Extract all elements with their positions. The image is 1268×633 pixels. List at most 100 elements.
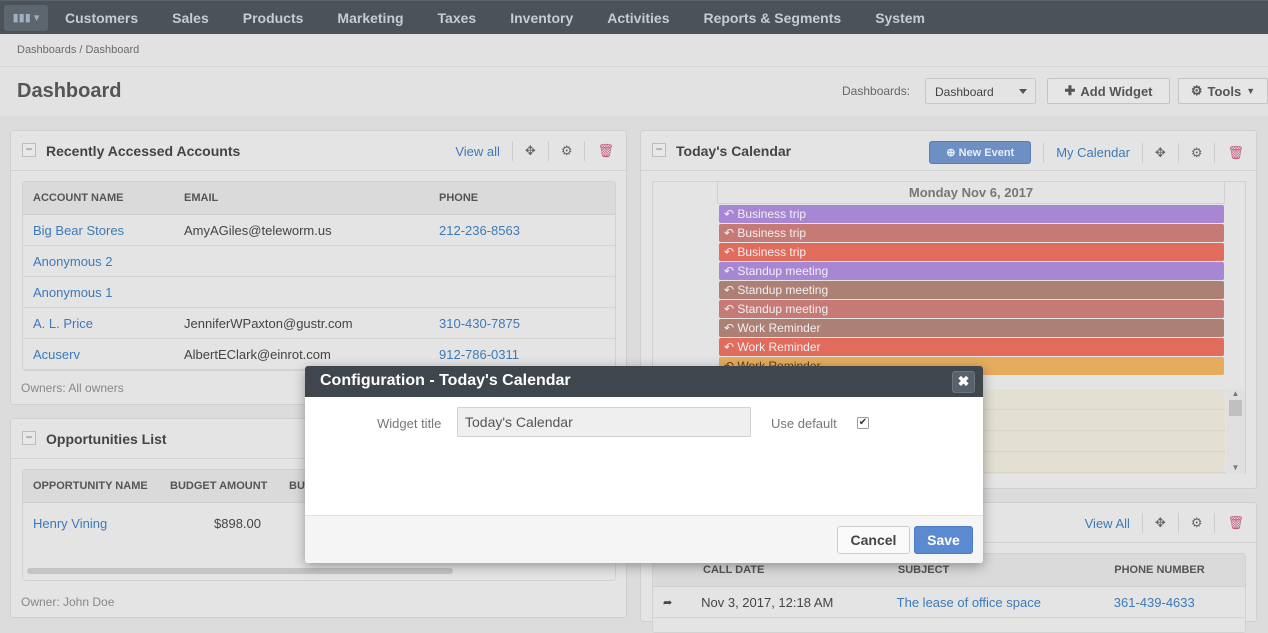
move-icon[interactable]: ✥ xyxy=(1155,515,1166,531)
table-cell[interactable]: Big Bear Stores xyxy=(23,223,174,238)
column-header[interactable]: CALL DATE xyxy=(693,564,888,576)
recurring-icon: ↶ xyxy=(724,264,738,278)
table-cell[interactable]: A. L. Price xyxy=(23,316,174,331)
move-icon[interactable]: ✥ xyxy=(525,143,536,159)
owner-filter: Owner: John Doe xyxy=(21,595,115,609)
tools-button[interactable]: ⚙ Tools ▼ xyxy=(1178,78,1268,104)
gear-icon[interactable]: ⚙ xyxy=(1191,515,1203,531)
calendar-event[interactable]: ↶ Business trip xyxy=(719,205,1224,223)
calendar-event[interactable]: ↶ Business trip xyxy=(719,243,1224,261)
calendar-event[interactable]: ↶ Standup meeting xyxy=(719,281,1224,299)
widget-title: Today's Calendar xyxy=(676,143,792,159)
table-cell[interactable]: 912-786-0311 xyxy=(429,347,609,362)
table-cell[interactable]: Henry Vining xyxy=(23,516,160,531)
collapse-button[interactable]: − xyxy=(22,143,36,157)
event-label: Business trip xyxy=(737,207,807,221)
table-cell[interactable]: Anonymous 2 xyxy=(23,254,174,269)
breadcrumb[interactable]: Dashboards / Dashboard xyxy=(0,34,1268,67)
column-header[interactable]: SUBJECT xyxy=(888,564,1104,576)
event-label: Standup meeting xyxy=(737,264,829,278)
view-all-link[interactable]: View All xyxy=(1085,516,1130,531)
add-widget-button[interactable]: ✚ Add Widget xyxy=(1047,78,1170,104)
column-header[interactable]: BUDGET AMOUNT xyxy=(160,480,279,492)
plus-icon: ✚ xyxy=(1064,83,1076,98)
nav-item-reports-segments[interactable]: Reports & Segments xyxy=(686,10,858,26)
column-header[interactable]: EMAIL xyxy=(174,192,429,204)
column-header[interactable]: ACCOUNT NAME xyxy=(23,192,174,204)
calendar-event[interactable]: ↶ Standup meeting xyxy=(719,300,1224,318)
widget-title-label: Widget title xyxy=(377,416,442,431)
cancel-button[interactable]: Cancel xyxy=(837,526,910,554)
widget-title: Recently Accessed Accounts xyxy=(46,143,241,159)
configuration-dialog: Configuration - Today's Calendar ✖ Widge… xyxy=(305,366,983,563)
event-label: Standup meeting xyxy=(737,302,829,316)
use-default-label: Use default xyxy=(771,416,837,431)
accounts-table: ACCOUNT NAME EMAIL PHONE Big Bear Stores Amy… xyxy=(22,181,616,371)
plus-circle-icon: ⊕ xyxy=(946,147,959,159)
view-all-link[interactable]: View all xyxy=(455,144,500,159)
dashboard-menu-button[interactable]: ▮▮▮ ▾ xyxy=(4,4,48,31)
move-icon[interactable]: ✥ xyxy=(1155,145,1166,161)
table-row: Anonymous 1 xyxy=(23,277,615,308)
calendar-date-header: Monday Nov 6, 2017 xyxy=(717,182,1225,204)
table-cell: Nov 3, 2017, 12:18 AM xyxy=(701,594,834,610)
my-calendar-link[interactable]: My Calendar xyxy=(1056,145,1130,160)
nav-item-inventory[interactable]: Inventory xyxy=(493,10,590,26)
calendar-event[interactable]: ↶ Business trip xyxy=(719,224,1224,242)
recurring-icon: ↶ xyxy=(724,302,738,316)
nav-item-sales[interactable]: Sales xyxy=(155,10,226,26)
table-cell: JenniferWPaxton@gustr.com xyxy=(184,315,353,331)
collapse-button[interactable]: − xyxy=(652,143,666,157)
widget-title-input[interactable] xyxy=(457,407,751,437)
table-cell[interactable]: Acuserv xyxy=(23,347,174,362)
save-button[interactable]: Save xyxy=(914,526,973,554)
table-cell[interactable]: 310-430-7875 xyxy=(429,316,609,331)
event-label: Business trip xyxy=(737,245,807,259)
column-header[interactable]: OPPORTUNITY NAME xyxy=(23,480,160,492)
bar-chart-icon: ▮▮▮ ▾ xyxy=(12,12,40,24)
owners-filter: Owners: All owners xyxy=(21,381,124,395)
widget-title: Opportunities List xyxy=(46,431,167,447)
table-row: A. L. Price JenniferWPaxton@gustr.com 310-… xyxy=(23,308,615,339)
page-title: Dashboard xyxy=(17,80,122,102)
new-event-button[interactable]: ⊕ New Event xyxy=(929,141,1032,164)
dashboards-label: Dashboards: xyxy=(842,84,911,98)
nav-item-marketing[interactable]: Marketing xyxy=(320,10,420,26)
recurring-icon: ↶ xyxy=(724,245,738,259)
nav-item-products[interactable]: Products xyxy=(226,10,321,26)
table-cell[interactable]: Anonymous 1 xyxy=(23,285,174,300)
event-label: Standup meeting xyxy=(737,283,829,297)
calendar-event[interactable]: ↶ Work Reminder xyxy=(719,319,1224,337)
collapse-button[interactable]: − xyxy=(22,431,36,445)
dashboard-select[interactable]: Dashboard xyxy=(925,78,1036,104)
nav-item-activities[interactable]: Activities xyxy=(590,10,686,26)
gear-icon[interactable]: ⚙ xyxy=(561,143,573,159)
calendar-scrollbar[interactable]: ▲ ▼ xyxy=(1226,389,1245,474)
calendar-event[interactable]: ↶ Standup meeting xyxy=(719,262,1224,280)
dialog-title: Configuration - Today's Calendar xyxy=(320,372,571,389)
close-button[interactable]: ✖ xyxy=(952,371,975,393)
column-header[interactable]: PHONE NUMBER xyxy=(1104,564,1245,576)
gear-icon: ⚙ xyxy=(1190,83,1203,98)
gear-icon[interactable]: ⚙ xyxy=(1191,145,1203,161)
trash-icon[interactable]: 🗑 xyxy=(1227,145,1244,161)
recurring-icon: ↶ xyxy=(724,226,738,240)
recurring-icon: ↶ xyxy=(724,321,738,335)
nav-item-taxes[interactable]: Taxes xyxy=(421,10,494,26)
column-header[interactable]: PHONE xyxy=(429,192,609,204)
table-cell: AmyAGiles@teleworm.us xyxy=(184,222,332,238)
table-cell[interactable]: 212-236-8563 xyxy=(429,223,609,238)
horizontal-scrollbar[interactable] xyxy=(27,568,453,574)
use-default-checkbox[interactable]: ✔ xyxy=(857,417,869,429)
nav-item-customers[interactable]: Customers xyxy=(48,10,155,26)
table-cell[interactable]: The lease of office space xyxy=(887,595,1104,610)
table-cell[interactable]: 361-439-4633 xyxy=(1104,595,1245,610)
table-cell: AlbertEClark@einrot.com xyxy=(184,346,331,362)
top-navbar: ▮▮▮ ▾ Customers Sales Products Marketing Tax… xyxy=(0,0,1268,34)
event-label: Business trip xyxy=(737,226,807,240)
trash-icon[interactable]: 🗑 xyxy=(1227,515,1244,531)
calendar-event[interactable]: ↶ Work Reminder xyxy=(719,338,1224,356)
trash-icon[interactable]: 🗑 xyxy=(597,143,614,159)
event-label: Work Reminder xyxy=(737,321,821,335)
nav-item-system[interactable]: System xyxy=(858,10,942,26)
